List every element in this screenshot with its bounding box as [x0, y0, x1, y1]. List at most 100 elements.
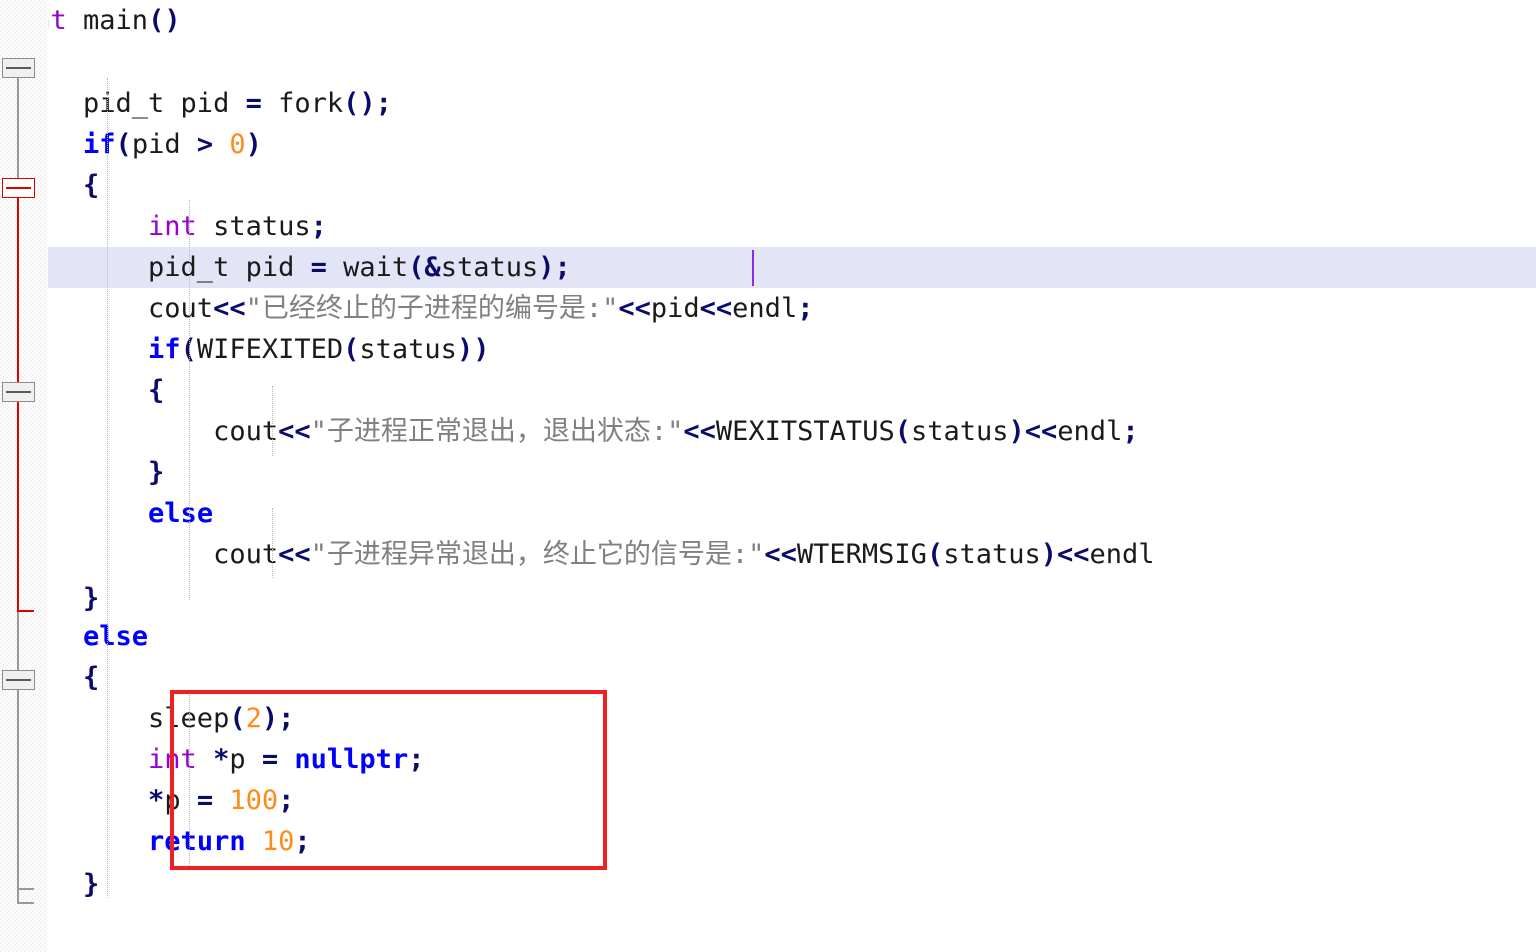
- code-token-plain: status: [943, 539, 1041, 570]
- code-token-str: "子进程正常退出，退出状态:": [310, 416, 684, 447]
- code-token-kw: nullptr: [294, 744, 409, 775]
- indent-guide: [189, 200, 190, 600]
- code-line[interactable]: cout<<"子进程异常退出，终止它的信号是:"<<WTERMSIG(statu…: [0, 534, 1536, 575]
- code-token-punc: (: [229, 703, 246, 734]
- code-token-plain: endl: [732, 293, 798, 324]
- code-token-plain: WTERMSIG: [796, 539, 927, 570]
- code-line[interactable]: if(WIFEXITED(status)): [0, 329, 1536, 370]
- fold-else-block-toggle[interactable]: [2, 670, 35, 690]
- code-line[interactable]: if(pid > 0): [0, 124, 1536, 165]
- code-token-brace: {: [83, 662, 100, 693]
- code-line-text: int *p = nullptr;: [18, 739, 424, 780]
- code-token-punc: (: [926, 539, 944, 570]
- fold-wifexited-block-toggle[interactable]: [2, 382, 35, 402]
- code-line[interactable]: int status;: [0, 206, 1536, 247]
- indent-guide: [107, 78, 108, 898]
- code-token-plain: endl: [1089, 539, 1155, 570]
- code-line[interactable]: }: [0, 864, 1536, 905]
- fold-line-if-active: [17, 196, 19, 610]
- code-token-punc: <<: [213, 293, 246, 324]
- code-token-plain: p: [164, 785, 197, 816]
- code-surface[interactable]: int main(){ pid_t pid = fork(); if(pid >…: [0, 0, 1536, 952]
- code-token-punc: &: [424, 252, 441, 283]
- code-line[interactable]: }: [0, 905, 1536, 946]
- code-folding-gutter[interactable]: [0, 0, 47, 952]
- collapse-minus-icon: [6, 67, 31, 69]
- code-token-kw: else: [83, 621, 149, 652]
- code-token-punc: <<: [683, 416, 716, 447]
- code-token-plain: fork: [261, 88, 344, 119]
- code-line-text: cout<<"子进程正常退出，退出状态:"<<WEXITSTATUS(statu…: [18, 411, 1139, 452]
- code-line[interactable]: else: [0, 493, 1536, 534]
- code-line-text: return 10;: [18, 821, 311, 862]
- code-line[interactable]: {: [0, 41, 1536, 82]
- code-token-plain: main: [66, 5, 149, 36]
- code-line-text: if(pid > 0): [18, 124, 262, 165]
- fold-line-main-outer-end-stub: [17, 902, 34, 904]
- code-editor[interactable]: int main(){ pid_t pid = fork(); if(pid >…: [0, 0, 1536, 952]
- code-line[interactable]: cout<<"已经终止的子进程的编号是:"<<pid<<endl;: [0, 288, 1536, 329]
- code-line[interactable]: sleep(2);: [0, 698, 1536, 739]
- code-line[interactable]: else: [0, 616, 1536, 657]
- code-token-num: 10: [261, 826, 295, 857]
- code-line[interactable]: {: [0, 657, 1536, 698]
- code-token-punc: =: [196, 785, 214, 816]
- code-line[interactable]: {: [0, 370, 1536, 411]
- code-token-punc: );: [261, 703, 295, 734]
- code-token-punc: <<: [618, 293, 651, 324]
- code-token-num: 0: [229, 129, 246, 160]
- code-token-punc: <<: [278, 539, 311, 570]
- code-token-punc: <<: [699, 293, 733, 324]
- code-line-text: cout<<"已经终止的子进程的编号是:"<<pid<<endl;: [18, 288, 813, 329]
- code-token-num: 2: [245, 703, 262, 734]
- code-line-text: sleep(2);: [18, 698, 294, 739]
- code-token-punc: )): [456, 334, 490, 365]
- code-line[interactable]: pid_t pid = fork();: [0, 83, 1536, 124]
- fold-main-body-toggle[interactable]: [2, 58, 35, 78]
- code-token-plain: WIFEXITED: [196, 334, 344, 365]
- code-token-punc: ): [1008, 416, 1025, 447]
- code-token-plain: WEXITSTATUS: [715, 416, 895, 447]
- code-token-punc: *: [148, 785, 165, 816]
- code-line[interactable]: int *p = nullptr;: [0, 739, 1536, 780]
- code-line-text: int status;: [18, 206, 327, 247]
- code-token-kw: else: [148, 498, 214, 529]
- code-token-punc: (): [148, 5, 181, 36]
- code-token-punc: ();: [343, 88, 392, 119]
- code-token-punc: ;: [278, 785, 295, 816]
- code-token-brace: }: [148, 457, 165, 488]
- code-line[interactable]: pid_t pid = wait(&status);: [0, 247, 1536, 288]
- code-line-text: pid_t pid = wait(&status);: [18, 247, 571, 288]
- code-line[interactable]: return 10;: [0, 821, 1536, 862]
- code-token-punc: ;: [310, 211, 327, 242]
- code-token-punc: =: [261, 744, 279, 775]
- collapse-minus-icon: [6, 391, 31, 393]
- code-token-punc: <<: [278, 416, 311, 447]
- code-token-plain: pid: [650, 293, 700, 324]
- collapse-minus-icon: [6, 679, 31, 681]
- code-line[interactable]: int main(): [0, 0, 1536, 41]
- code-line-text: if(WIFEXITED(status)): [18, 329, 489, 370]
- code-line[interactable]: *p = 100;: [0, 780, 1536, 821]
- code-token-plain: p: [229, 744, 262, 775]
- code-token-punc: =: [245, 88, 262, 119]
- code-token-str: "已经终止的子进程的编号是:": [245, 293, 619, 324]
- code-line[interactable]: cout<<"子进程正常退出，退出状态:"<<WEXITSTATUS(statu…: [0, 411, 1536, 452]
- fold-line-else: [17, 688, 19, 888]
- code-token-plain: status: [910, 416, 1009, 447]
- code-token-punc: ;: [1122, 416, 1139, 447]
- fold-line-else-end-stub: [17, 888, 34, 890]
- code-line[interactable]: }: [0, 578, 1536, 619]
- fold-if-block-toggle[interactable]: [2, 178, 35, 198]
- code-line[interactable]: }: [0, 452, 1536, 493]
- code-line[interactable]: {: [0, 165, 1536, 206]
- collapse-minus-icon: [6, 187, 31, 189]
- code-token-punc: ;: [408, 744, 425, 775]
- code-token-kw: if: [148, 334, 181, 365]
- code-token-brace: }: [83, 869, 100, 900]
- code-token-plain: cout: [18, 416, 279, 447]
- code-token-punc: >: [196, 129, 214, 160]
